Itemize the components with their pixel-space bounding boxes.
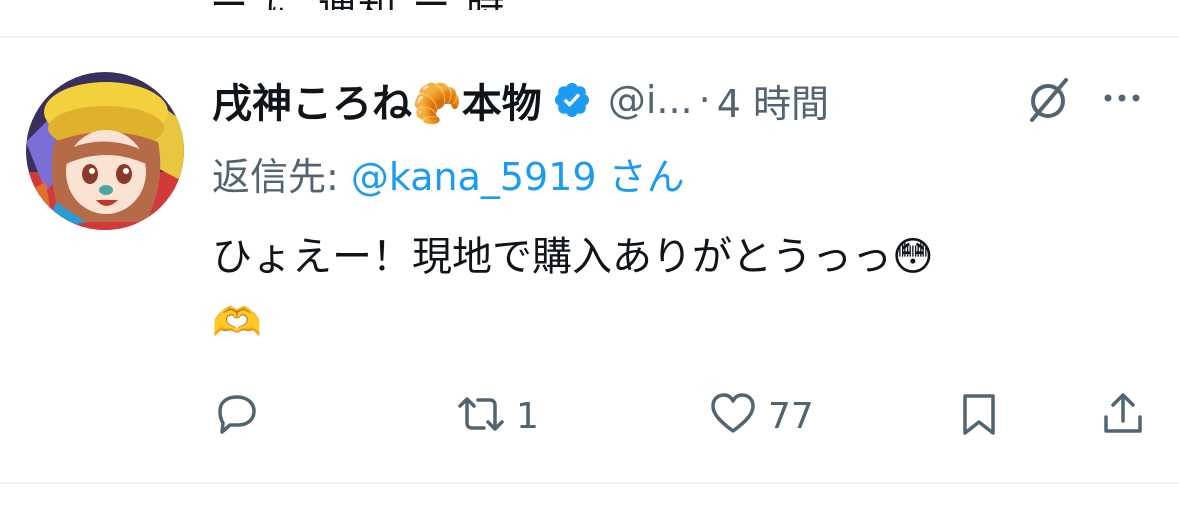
separator-dot: ·	[698, 78, 711, 122]
avatar[interactable]	[26, 72, 184, 230]
timestamp[interactable]: 4 時間	[717, 73, 829, 128]
like-button[interactable]: 77	[708, 388, 814, 444]
bottom-divider	[0, 482, 1179, 484]
handle[interactable]: @i...	[608, 78, 693, 122]
bookmark-button[interactable]	[954, 388, 1004, 444]
share-icon	[1098, 389, 1148, 443]
previous-tweet-text: ー に 通知 ー 時	[210, 0, 506, 10]
previous-tweet-partial: ー に 通知 ー 時	[210, 0, 810, 10]
reply-mention-link[interactable]: @kana_5919	[351, 155, 597, 199]
bookmark-icon	[954, 389, 1004, 443]
reply-button[interactable]	[212, 388, 272, 444]
tweet-text-line: ひょえー！現地で購入ありがとうっっ😳	[212, 234, 934, 280]
reply-to-line: 返信先: @kana_5919 さん	[212, 146, 685, 201]
grok-icon[interactable]	[1022, 74, 1074, 126]
share-button[interactable]	[1098, 388, 1148, 444]
display-name[interactable]: 戌神ころね🥐本物	[212, 71, 542, 129]
tweet-text-line: 🫶	[212, 300, 262, 346]
retweet-count: 1	[516, 395, 539, 437]
like-count: 77	[768, 395, 814, 437]
top-divider	[0, 36, 1179, 38]
retweet-button[interactable]: 1	[456, 388, 539, 444]
reply-icon	[212, 389, 262, 443]
verified-badge-icon	[552, 80, 592, 120]
reply-suffix: さん	[596, 155, 685, 199]
retweet-icon	[456, 389, 506, 443]
heart-icon	[708, 389, 758, 443]
reply-prefix: 返信先:	[212, 155, 351, 199]
more-options-icon[interactable]	[1100, 80, 1144, 116]
tweet-header: 戌神ころね🥐本物 @i... · 4 時間	[212, 68, 829, 132]
tweet-text: ひょえー！現地で購入ありがとうっっ😳 🫶	[212, 224, 1152, 356]
